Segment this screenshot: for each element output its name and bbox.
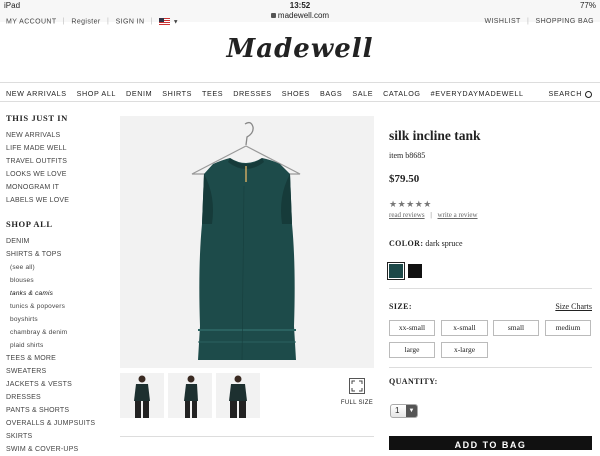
product-name: silk incline tank [389, 128, 481, 143]
read-reviews-link[interactable]: read reviews [389, 211, 425, 219]
size-option[interactable]: xx-small [389, 320, 435, 336]
nav-shop-all[interactable]: SHOP ALL [77, 89, 116, 98]
star-rating: ★★★★★ [389, 199, 432, 209]
sidebar-item[interactable]: TEES & MORE [6, 352, 110, 365]
swatch-black[interactable] [408, 264, 422, 278]
main-nav: NEW ARRIVALS SHOP ALL DENIM SHIRTS TEES DRESS… [0, 82, 600, 102]
nav-denim[interactable]: DENIM [126, 89, 152, 98]
sidebar-subitem-selected[interactable]: tanks & camis [6, 287, 110, 300]
search-button[interactable]: SEARCH [548, 89, 592, 98]
wishlist-link[interactable]: WISHLIST [484, 18, 520, 25]
quantity-value: 1 [395, 406, 400, 415]
product-main-image[interactable] [120, 116, 374, 368]
tank-top-image [191, 121, 301, 361]
divider [389, 367, 592, 368]
sidebar-subitem[interactable]: (see all) [6, 261, 110, 274]
size-label: SIZE: [389, 302, 412, 311]
add-to-bag-button[interactable]: ADD TO BAG [389, 436, 592, 450]
nav-catalog[interactable]: CATALOG [383, 89, 420, 98]
nav-bags[interactable]: BAGS [320, 89, 342, 98]
full-size-button[interactable]: FULL SIZE [340, 378, 374, 406]
divider [389, 288, 592, 289]
size-option[interactable]: x-large [441, 342, 488, 358]
nav-sale[interactable]: SALE [352, 89, 373, 98]
sidebar-item[interactable]: DENIM [6, 235, 110, 248]
my-account-link[interactable]: MY ACCOUNT [6, 18, 56, 25]
sidebar-subitem[interactable]: plaid shirts [6, 339, 110, 352]
clock: 13:52 [289, 1, 311, 10]
site-logo[interactable]: Madewell [0, 34, 600, 64]
sign-in-link[interactable]: SIGN IN [116, 18, 145, 25]
color-value: dark spruce [425, 239, 463, 248]
shopping-bag-link[interactable]: SHOPPING BAG [536, 18, 594, 25]
chevron-down-icon[interactable]: ▼ [173, 19, 179, 25]
sidebar-subitem[interactable]: boyshirts [6, 313, 110, 326]
product-price: $79.50 [389, 173, 420, 185]
battery-level: 77% [579, 1, 596, 10]
color-heading: COLOR: [389, 239, 424, 248]
search-label: SEARCH [548, 89, 582, 98]
quantity-label: QUANTITY: [389, 377, 438, 386]
sidebar-item[interactable]: SKIRTS [6, 430, 110, 443]
sidebar-subitem[interactable]: tunics & popovers [6, 300, 110, 313]
sidebar-item[interactable]: SHIRTS & TOPS [6, 248, 110, 261]
sidebar-item[interactable]: DRESSES [6, 391, 110, 404]
full-size-label: FULL SIZE [340, 400, 374, 406]
sidebar-item[interactable]: NEW ARRIVALS [6, 129, 110, 142]
expand-icon [349, 378, 365, 394]
size-option[interactable]: small [493, 320, 539, 336]
sidebar-item[interactable]: LABELS WE LOVE [6, 194, 110, 207]
register-link[interactable]: Register [71, 18, 100, 25]
divider [120, 436, 374, 437]
sidebar-item[interactable]: SWEATERS [6, 365, 110, 378]
sidebar-item[interactable]: PANTS & SHORTS [6, 404, 110, 417]
nav-dresses[interactable]: DRESSES [233, 89, 272, 98]
size-option[interactable]: large [389, 342, 435, 358]
nav-tees[interactable]: TEES [202, 89, 223, 98]
swatch-dark-spruce[interactable] [387, 262, 405, 280]
shop-all-heading: SHOP ALL [6, 219, 53, 229]
nav-shirts[interactable]: SHIRTS [162, 89, 192, 98]
thumbnail-1[interactable] [120, 373, 164, 418]
sidebar-item[interactable]: TRAVEL OUTFITS [6, 155, 110, 168]
write-review-link[interactable]: write a review [437, 211, 477, 219]
search-icon [585, 90, 592, 98]
sidebar-subitem[interactable]: chambray & denim [6, 326, 110, 339]
just-in-heading: THIS JUST IN [6, 113, 68, 123]
nav-everydaymadewell[interactable]: #EVERYDAYMADEWELL [431, 89, 524, 98]
nav-new-arrivals[interactable]: NEW ARRIVALS [6, 89, 67, 98]
sidebar-item[interactable]: LOOKS WE LOVE [6, 168, 110, 181]
us-flag-icon[interactable] [159, 18, 171, 25]
review-links: read reviews | write a review [389, 211, 478, 219]
sidebar-subitem[interactable]: blouses [6, 274, 110, 287]
chevron-down-icon: ▼ [406, 405, 417, 417]
utility-bar: MY ACCOUNT | Register | SIGN IN | ▼ WISH… [6, 18, 594, 26]
nav-shoes[interactable]: SHOES [282, 89, 310, 98]
thumbnail-2[interactable] [168, 373, 212, 418]
size-charts-link[interactable]: Size Charts [555, 302, 592, 311]
sidebar-item[interactable]: OVERALLS & JUMPSUITS [6, 417, 110, 430]
sidebar-item[interactable]: MONOGRAM IT [6, 181, 110, 194]
sidebar-item[interactable]: JACKETS & VESTS [6, 378, 110, 391]
quantity-select[interactable]: 1 ▼ [390, 404, 418, 418]
category-sidebar: THIS JUST IN NEW ARRIVALS LIFE MADE WELL… [6, 113, 110, 456]
sidebar-item[interactable]: LIFE MADE WELL [6, 142, 110, 155]
size-option[interactable]: medium [545, 320, 591, 336]
item-number: item b8685 [389, 151, 426, 160]
size-option[interactable]: x-small [441, 320, 488, 336]
thumbnail-3[interactable] [216, 373, 260, 418]
color-label: COLOR: dark spruce [389, 239, 463, 248]
